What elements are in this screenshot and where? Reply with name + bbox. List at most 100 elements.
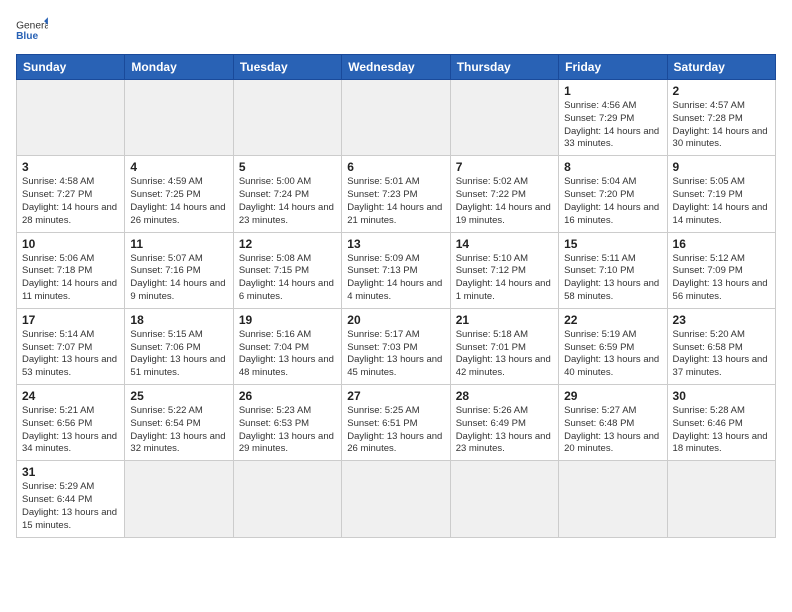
day-number: 6 (347, 160, 444, 174)
calendar-cell (17, 80, 125, 156)
day-info: Sunrise: 5:10 AM Sunset: 7:12 PM Dayligh… (456, 253, 553, 304)
day-info: Sunrise: 5:04 AM Sunset: 7:20 PM Dayligh… (564, 176, 661, 227)
day-number: 27 (347, 389, 444, 403)
calendar-cell (233, 461, 341, 537)
day-info: Sunrise: 5:27 AM Sunset: 6:48 PM Dayligh… (564, 405, 661, 456)
calendar-table: SundayMondayTuesdayWednesdayThursdayFrid… (16, 54, 776, 538)
calendar-cell: 23Sunrise: 5:20 AM Sunset: 6:58 PM Dayli… (667, 308, 775, 384)
day-number: 3 (22, 160, 119, 174)
calendar-cell: 7Sunrise: 5:02 AM Sunset: 7:22 PM Daylig… (450, 156, 558, 232)
weekday-header-friday: Friday (559, 55, 667, 80)
day-number: 21 (456, 313, 553, 327)
calendar-cell: 31 Sunrise: 5:29 AM Sunset: 6:44 PM Dayli… (17, 461, 125, 537)
calendar-cell (342, 461, 450, 537)
day-number: 20 (347, 313, 444, 327)
calendar-cell: 15 Sunrise: 5:11 AM Sunset: 7:10 PM Dayli… (559, 232, 667, 308)
day-info: Sunrise: 5:15 AM Sunset: 7:06 PM Dayligh… (130, 329, 227, 380)
day-number: 29 (564, 389, 661, 403)
day-number: 14 (456, 237, 553, 251)
calendar-cell: 27Sunrise: 5:25 AM Sunset: 6:51 PM Dayli… (342, 385, 450, 461)
calendar-cell: 19 Sunrise: 5:16 AM Sunset: 7:04 PM Dayli… (233, 308, 341, 384)
calendar-cell: 29 Sunrise: 5:27 AM Sunset: 6:48 PM Dayli… (559, 385, 667, 461)
day-info: Sunrise: 5:28 AM Sunset: 6:46 PM Dayligh… (673, 405, 770, 456)
day-number: 18 (130, 313, 227, 327)
day-info: Sunrise: 5:19 AM Sunset: 6:59 PM Dayligh… (564, 329, 661, 380)
day-number: 2 (673, 84, 770, 98)
day-number: 4 (130, 160, 227, 174)
generalblue-logo-icon: General Blue (16, 16, 48, 44)
day-info: Sunrise: 5:20 AM Sunset: 6:58 PM Dayligh… (673, 329, 770, 380)
day-number: 15 (564, 237, 661, 251)
weekday-header-tuesday: Tuesday (233, 55, 341, 80)
day-number: 30 (673, 389, 770, 403)
calendar-cell: 25 Sunrise: 5:22 AM Sunset: 6:54 PM Dayli… (125, 385, 233, 461)
day-info: Sunrise: 5:29 AM Sunset: 6:44 PM Dayligh… (22, 481, 119, 532)
weekday-header-row: SundayMondayTuesdayWednesdayThursdayFrid… (17, 55, 776, 80)
calendar-cell (559, 461, 667, 537)
calendar-cell: 21 Sunrise: 5:18 AM Sunset: 7:01 PM Dayli… (450, 308, 558, 384)
calendar-week-3: 10 Sunrise: 5:06 AM Sunset: 7:18 PM Dayli… (17, 232, 776, 308)
calendar-cell: 8 Sunrise: 5:04 AM Sunset: 7:20 PM Daylig… (559, 156, 667, 232)
day-number: 5 (239, 160, 336, 174)
day-number: 10 (22, 237, 119, 251)
day-info: Sunrise: 5:07 AM Sunset: 7:16 PM Dayligh… (130, 253, 227, 304)
calendar-cell: 12Sunrise: 5:08 AM Sunset: 7:15 PM Dayli… (233, 232, 341, 308)
day-number: 12 (239, 237, 336, 251)
calendar-cell (125, 461, 233, 537)
calendar-cell: 26 Sunrise: 5:23 AM Sunset: 6:53 PM Dayli… (233, 385, 341, 461)
day-number: 17 (22, 313, 119, 327)
calendar-cell: 5 Sunrise: 5:00 AM Sunset: 7:24 PM Daylig… (233, 156, 341, 232)
calendar-cell: 2 Sunrise: 4:57 AM Sunset: 7:28 PM Daylig… (667, 80, 775, 156)
weekday-header-saturday: Saturday (667, 55, 775, 80)
svg-text:Blue: Blue (16, 31, 38, 42)
day-number: 8 (564, 160, 661, 174)
day-number: 31 (22, 465, 119, 479)
day-info: Sunrise: 4:56 AM Sunset: 7:29 PM Dayligh… (564, 100, 661, 151)
day-info: Sunrise: 5:12 AM Sunset: 7:09 PM Dayligh… (673, 253, 770, 304)
calendar-cell: 28 Sunrise: 5:26 AM Sunset: 6:49 PM Dayli… (450, 385, 558, 461)
day-number: 22 (564, 313, 661, 327)
day-info: Sunrise: 5:16 AM Sunset: 7:04 PM Dayligh… (239, 329, 336, 380)
calendar-cell: 17 Sunrise: 5:14 AM Sunset: 7:07 PM Dayli… (17, 308, 125, 384)
calendar-cell: 11Sunrise: 5:07 AM Sunset: 7:16 PM Dayli… (125, 232, 233, 308)
day-info: Sunrise: 4:58 AM Sunset: 7:27 PM Dayligh… (22, 176, 119, 227)
calendar-cell: 9Sunrise: 5:05 AM Sunset: 7:19 PM Daylig… (667, 156, 775, 232)
day-info: Sunrise: 5:26 AM Sunset: 6:49 PM Dayligh… (456, 405, 553, 456)
calendar-cell: 24 Sunrise: 5:21 AM Sunset: 6:56 PM Dayli… (17, 385, 125, 461)
day-number: 26 (239, 389, 336, 403)
day-number: 28 (456, 389, 553, 403)
calendar-cell: 3 Sunrise: 4:58 AM Sunset: 7:27 PM Daylig… (17, 156, 125, 232)
calendar-cell (667, 461, 775, 537)
day-number: 24 (22, 389, 119, 403)
calendar-week-6: 31 Sunrise: 5:29 AM Sunset: 6:44 PM Dayli… (17, 461, 776, 537)
day-info: Sunrise: 5:09 AM Sunset: 7:13 PM Dayligh… (347, 253, 444, 304)
calendar-week-5: 24 Sunrise: 5:21 AM Sunset: 6:56 PM Dayli… (17, 385, 776, 461)
day-info: Sunrise: 5:17 AM Sunset: 7:03 PM Dayligh… (347, 329, 444, 380)
day-info: Sunrise: 4:57 AM Sunset: 7:28 PM Dayligh… (673, 100, 770, 151)
calendar-cell: 4 Sunrise: 4:59 AM Sunset: 7:25 PM Daylig… (125, 156, 233, 232)
day-info: Sunrise: 5:00 AM Sunset: 7:24 PM Dayligh… (239, 176, 336, 227)
calendar-cell (125, 80, 233, 156)
day-info: Sunrise: 5:18 AM Sunset: 7:01 PM Dayligh… (456, 329, 553, 380)
day-info: Sunrise: 5:21 AM Sunset: 6:56 PM Dayligh… (22, 405, 119, 456)
calendar-cell (450, 80, 558, 156)
calendar-cell: 1Sunrise: 4:56 AM Sunset: 7:29 PM Daylig… (559, 80, 667, 156)
calendar-cell: 22 Sunrise: 5:19 AM Sunset: 6:59 PM Dayli… (559, 308, 667, 384)
day-info: Sunrise: 5:06 AM Sunset: 7:18 PM Dayligh… (22, 253, 119, 304)
day-number: 19 (239, 313, 336, 327)
day-number: 7 (456, 160, 553, 174)
day-info: Sunrise: 4:59 AM Sunset: 7:25 PM Dayligh… (130, 176, 227, 227)
calendar-cell: 16Sunrise: 5:12 AM Sunset: 7:09 PM Dayli… (667, 232, 775, 308)
day-info: Sunrise: 5:14 AM Sunset: 7:07 PM Dayligh… (22, 329, 119, 380)
day-info: Sunrise: 5:11 AM Sunset: 7:10 PM Dayligh… (564, 253, 661, 304)
calendar-cell (233, 80, 341, 156)
day-number: 25 (130, 389, 227, 403)
calendar-cell (342, 80, 450, 156)
day-info: Sunrise: 5:22 AM Sunset: 6:54 PM Dayligh… (130, 405, 227, 456)
calendar-week-2: 3 Sunrise: 4:58 AM Sunset: 7:27 PM Daylig… (17, 156, 776, 232)
day-number: 9 (673, 160, 770, 174)
calendar-cell: 10 Sunrise: 5:06 AM Sunset: 7:18 PM Dayli… (17, 232, 125, 308)
day-info: Sunrise: 5:23 AM Sunset: 6:53 PM Dayligh… (239, 405, 336, 456)
logo: General Blue (16, 16, 48, 44)
calendar-cell: 30 Sunrise: 5:28 AM Sunset: 6:46 PM Dayli… (667, 385, 775, 461)
